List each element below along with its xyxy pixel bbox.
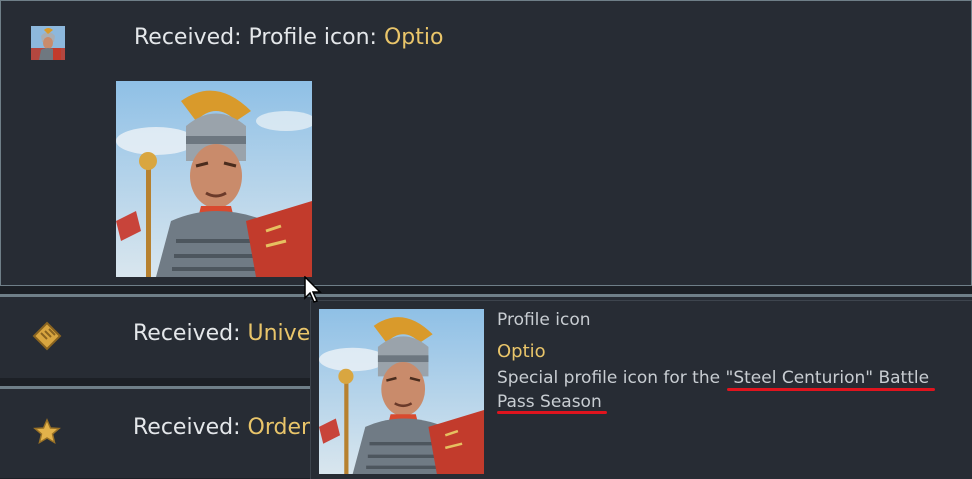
reward-row-profile-icon[interactable]: Received: Profile icon: Optio	[0, 0, 972, 286]
red-underline-annotation	[727, 388, 935, 391]
mouse-cursor-icon	[304, 276, 322, 303]
row-prefix: Received:	[133, 415, 248, 440]
row-item-name: Optio	[383, 25, 444, 50]
optio-portrait-tooltip	[319, 309, 484, 474]
star-icon	[33, 418, 61, 445]
optio-portrait-large	[116, 81, 312, 277]
row-label: Received: Profile icon: Optio	[134, 25, 443, 50]
tooltip-category: Profile icon	[497, 310, 591, 330]
row-prefix: Received:	[133, 321, 248, 346]
tooltip-description-start: Special profile icon for the	[497, 368, 726, 388]
item-tooltip: Profile icon Optio Special profile icon …	[310, 300, 972, 479]
row-label: Received: Order "	[133, 415, 327, 440]
row-prefix: Received:	[134, 25, 249, 50]
row-category: Profile icon:	[248, 25, 384, 50]
universal-card-icon	[32, 321, 62, 351]
row-label: Received: Univers	[133, 321, 331, 346]
red-underline-annotation	[497, 411, 607, 414]
legionary-portrait-icon	[116, 81, 312, 277]
legionary-portrait-icon	[319, 309, 484, 474]
tooltip-item-name: Optio	[497, 341, 546, 362]
legionary-avatar-icon	[31, 26, 65, 60]
